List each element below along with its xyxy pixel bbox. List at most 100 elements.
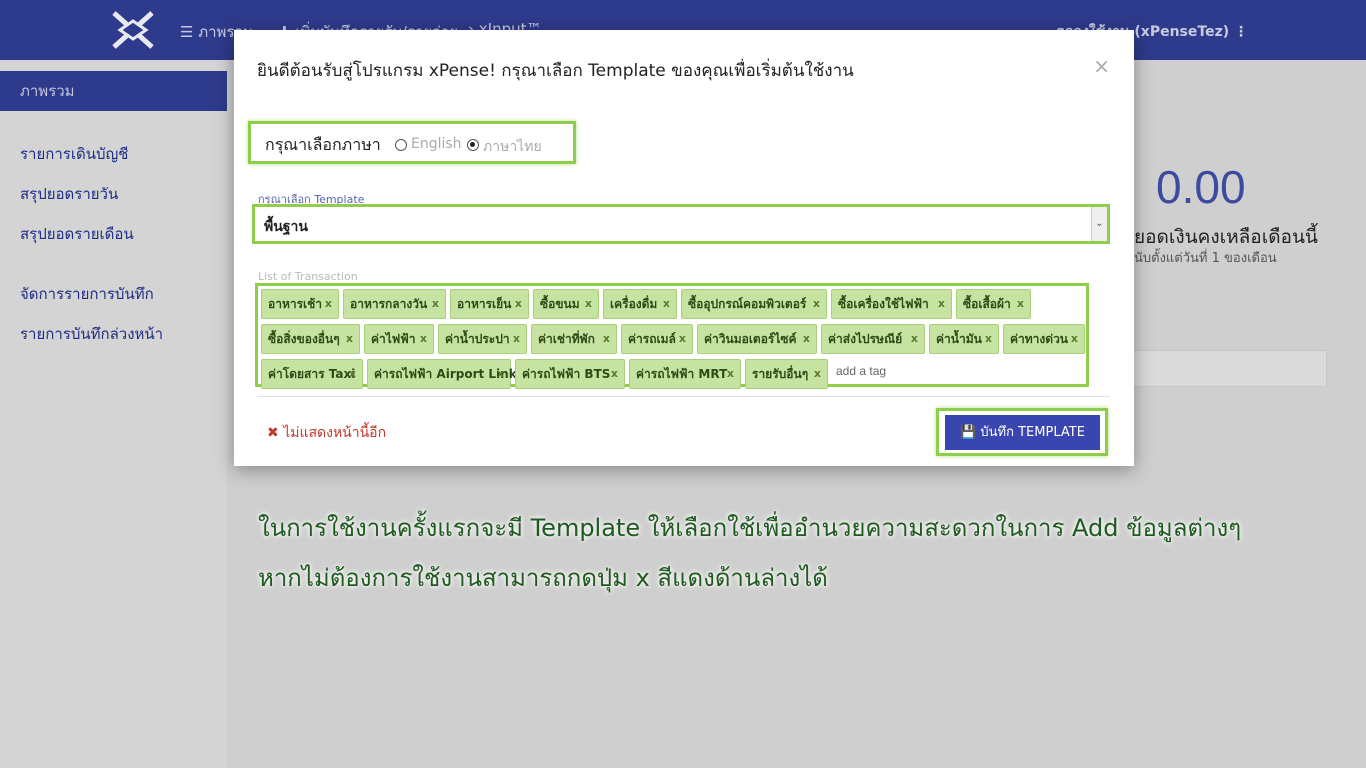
tag-item: ซื้อสิ่งของอื่นๆ x [261, 324, 360, 354]
tag-remove-icon[interactable]: x [515, 290, 522, 318]
tag-label: อาหารกลางวัน [350, 297, 428, 311]
tag-label: ค่าไฟฟ้า [371, 332, 416, 346]
tag-remove-icon[interactable]: x [603, 325, 610, 353]
tag-label: ค่าทางด่วน [1010, 332, 1069, 346]
tag-label: ซื้ออุปกรณ์คอมพิวเตอร์ [688, 297, 807, 311]
tag-label: อาหารเย็น [457, 297, 512, 311]
transaction-tag-input[interactable]: อาหารเช้า x อาหารกลางวัน x อาหารเย็น x ซื้อ… [255, 283, 1089, 389]
tag-item: ค่าน้ำประปา x [438, 324, 527, 354]
tag-label: ซื้อสิ่งของอื่นๆ [268, 332, 340, 346]
tag-item: ค่าส่งไปรษณีย์ x [821, 324, 925, 354]
tag-remove-icon[interactable]: x [803, 325, 810, 353]
tag-item: อาหารกลางวัน x [343, 289, 446, 319]
close-icon[interactable]: × [1093, 54, 1110, 78]
tag-label: ค่ารถไฟฟ้า MRT [636, 367, 728, 381]
tag-remove-icon[interactable]: x [985, 325, 992, 353]
tag-remove-icon[interactable]: x [1071, 325, 1078, 353]
close-icon: ✖ [267, 425, 279, 441]
tag-item: ค่าเช่าที่พัก x [531, 324, 617, 354]
tag-remove-icon[interactable]: x [611, 360, 618, 388]
radio-english-label[interactable]: English [411, 136, 462, 152]
language-label: กรุณาเลือกภาษา [265, 135, 381, 154]
dont-show-again-button[interactable]: ✖ ไม่แสดงหน้านี้อีก [267, 422, 386, 444]
sidebar-item-daily-summary[interactable]: สรุปยอดรายวัน [20, 182, 118, 206]
tag-remove-icon[interactable]: x [1017, 290, 1024, 318]
tag-remove-icon[interactable]: x [432, 290, 439, 318]
sidebar-item-account-statement[interactable]: รายการเดินบัญชี [20, 142, 128, 166]
tag-item: ค่าวินมอเตอร์ไซค์ x [697, 324, 817, 354]
tag-remove-icon[interactable]: x [420, 325, 427, 353]
save-template-button[interactable]: 💾 บันทึก TEMPLATE [945, 415, 1100, 450]
tag-label: ซื้อเครื่องใช้ไฟฟ้า [838, 297, 929, 311]
tag-remove-icon[interactable]: x [814, 360, 821, 388]
radio-thai[interactable] [467, 139, 479, 151]
template-select-value: พื้นฐาน [264, 219, 308, 235]
modal-divider [257, 396, 1110, 397]
radio-english[interactable] [395, 139, 407, 151]
tag-item: ซื้อเสื้อผ้า x [956, 289, 1031, 319]
tag-label: ซื้อขนม [540, 297, 580, 311]
sidebar: ภาพรวม รายการเดินบัญชี สรุปยอดรายวัน สรุ… [0, 60, 227, 768]
balance-subtitle: นับตั้งแต่วันที่ 1 ของเดือน [1134, 251, 1277, 266]
tag-remove-icon[interactable]: x [813, 290, 820, 318]
tag-label: รายรับอื่นๆ [752, 367, 809, 381]
dont-show-again-label: ไม่แสดงหน้านี้อีก [283, 425, 387, 441]
background-panel-bar [1134, 350, 1327, 387]
radio-thai-label[interactable]: ภาษาไทย [483, 136, 542, 158]
tag-label: ค่าวินมอเตอร์ไซค์ [704, 332, 797, 346]
sidebar-item-monthly-summary[interactable]: สรุปยอดรายเดือน [20, 222, 134, 246]
tag-item: ซื้อเครื่องใช้ไฟฟ้า x [831, 289, 952, 319]
transaction-list-label: List of Transaction [258, 270, 358, 283]
template-modal: ยินดีต้อนรับสู่โปรแกรม xPense! กรุณาเลือ… [234, 30, 1134, 466]
caption-line-1: ในการใช้งานครั้งแรกจะมี Template ให้เลือ… [258, 514, 1242, 542]
tag-remove-icon[interactable]: x [497, 360, 504, 388]
tag-item: ค่าไฟฟ้า x [364, 324, 434, 354]
tag-item: ซื้ออุปกรณ์คอมพิวเตอร์ x [681, 289, 827, 319]
modal-title: ยินดีต้อนรับสู่โปรแกรม xPense! กรุณาเลือ… [257, 61, 854, 81]
tag-label: ค่ารถไฟฟ้า BTS [522, 367, 611, 381]
tag-item: รายรับอื่นๆ x [745, 359, 828, 389]
tag-label: ค่าน้ำประปา [445, 332, 510, 346]
tag-label: ค่าเช่าที่พัก [538, 332, 595, 346]
tag-remove-icon[interactable]: x [663, 290, 670, 318]
tag-remove-icon[interactable]: x [349, 360, 356, 388]
tag-item: ค่าน้ำมัน x [929, 324, 999, 354]
tag-label: ค่าส่งไปรษณีย์ [828, 332, 903, 346]
tag-remove-icon[interactable]: x [585, 290, 592, 318]
tag-remove-icon[interactable]: x [727, 360, 734, 388]
tag-remove-icon[interactable]: x [679, 325, 686, 353]
tag-remove-icon[interactable]: x [346, 325, 353, 353]
tag-label: ค่าน้ำมัน [936, 332, 982, 346]
tag-label: เครื่องดื่ม [610, 297, 658, 311]
floppy-disk-icon: 💾 [960, 425, 977, 440]
language-selector: กรุณาเลือกภาษา English ภาษาไทย [248, 121, 576, 164]
tag-label: อาหารเช้า [268, 297, 323, 311]
tag-item: ค่ารถเมล์ x [621, 324, 693, 354]
tag-label: ซื้อเสื้อผ้า [963, 297, 1011, 311]
tag-remove-icon[interactable]: x [325, 290, 332, 318]
tag-label: ค่ารถไฟฟ้า Airport Link [374, 367, 517, 381]
list-icon: ☰ [180, 23, 194, 41]
tag-remove-icon[interactable]: x [938, 290, 945, 318]
tag-item: ค่าโดยสาร Taxi x [261, 359, 363, 389]
tag-label: ค่ารถเมล์ [628, 332, 676, 346]
tag-item: อาหารเช้า x [261, 289, 339, 319]
tag-remove-icon[interactable]: x [513, 325, 520, 353]
tag-item: ค่ารถไฟฟ้า Airport Link x [367, 359, 517, 389]
tag-remove-icon[interactable]: x [911, 325, 918, 353]
sidebar-item-manage-records[interactable]: จัดการรายการบันทึก [20, 282, 154, 306]
tag-item: ค่ารถไฟฟ้า MRT x [629, 359, 741, 389]
balance-value: 0.00 [1156, 161, 1246, 213]
tag-label: ค่าโดยสาร Taxi [268, 367, 356, 381]
sidebar-item-overview[interactable]: ภาพรวม [0, 71, 227, 111]
template-select[interactable]: พื้นฐาน ⌄ [252, 204, 1110, 244]
sidebar-item-scheduled-records[interactable]: รายการบันทึกล่วงหน้า [20, 322, 163, 346]
tag-item: ค่ารถไฟฟ้า BTS x [515, 359, 625, 389]
chevron-down-icon[interactable]: ⌄ [1091, 207, 1107, 241]
app-logo-icon[interactable] [108, 9, 158, 51]
add-tag-input[interactable] [836, 360, 996, 382]
tag-item: ค่าทางด่วน x [1003, 324, 1085, 354]
tag-item: ซื้อขนม x [533, 289, 599, 319]
save-template-label: บันทึก TEMPLATE [980, 425, 1085, 440]
more-vertical-icon: ⋮ [1234, 24, 1248, 40]
